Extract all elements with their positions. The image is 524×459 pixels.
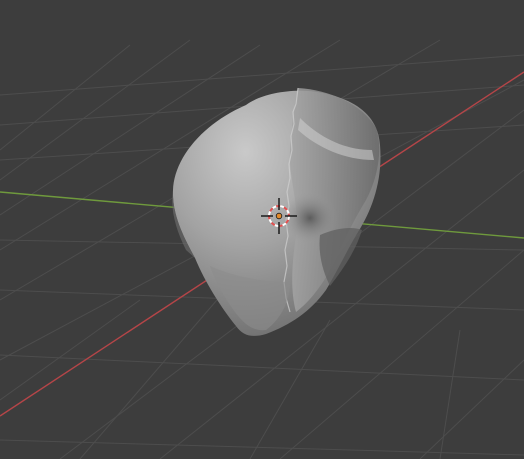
sculpted-mesh-object[interactable] <box>172 87 381 336</box>
viewport-canvas[interactable] <box>0 0 524 459</box>
3d-viewport[interactable] <box>0 0 524 459</box>
origin-point-icon <box>275 212 283 220</box>
